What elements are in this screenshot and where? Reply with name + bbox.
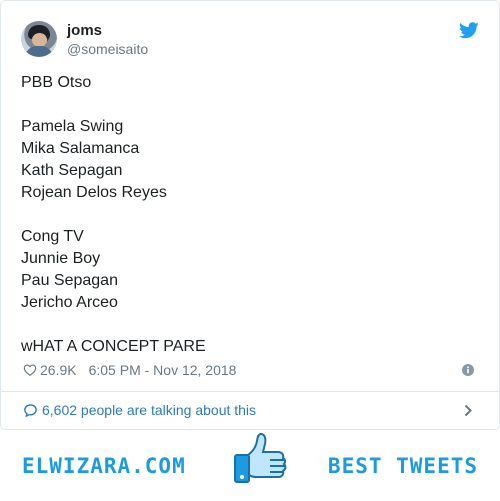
chevron-right-icon[interactable]	[464, 404, 473, 417]
tweet-line: Kath Sepagan	[21, 162, 123, 179]
best-tweets-label: BEST TWEETS	[327, 454, 478, 478]
tweet-line: Rojean Delos Reyes	[21, 184, 167, 201]
info-icon[interactable]	[462, 364, 474, 376]
site-brand-label[interactable]: ELWIZARA.COM	[22, 454, 186, 478]
twitter-bird-icon[interactable]	[459, 22, 479, 39]
like-count[interactable]: 26.9K	[40, 362, 77, 378]
author-display-name[interactable]: joms	[67, 22, 148, 40]
embedded-tweet-card: joms @someisaito PBB Otso Pamela Swing M…	[0, 0, 500, 430]
author-handle[interactable]: @someisaito	[67, 40, 148, 58]
divider	[1, 391, 499, 392]
thumbs-up-icon	[234, 432, 287, 483]
author-info[interactable]: joms @someisaito	[67, 22, 148, 58]
tweet-text: PBB Otso Pamela Swing Mika Salamanca Kat…	[21, 72, 481, 358]
avatar-shirt	[25, 46, 53, 57]
conversation-count-text[interactable]: 6,602 people are talking about this	[42, 402, 256, 418]
tweet-line: Mika Salamanca	[21, 140, 140, 157]
conversation-link[interactable]: 6,602 people are talking about this	[23, 400, 479, 420]
tweet-line: Junnie Boy	[21, 250, 101, 267]
tweet-line: Pau Sepagan	[21, 272, 118, 289]
heart-icon[interactable]	[23, 363, 37, 377]
tweet-line: Pamela Swing	[21, 118, 124, 135]
tweet-line: Cong TV	[21, 228, 84, 245]
tweet-timestamp[interactable]: 6:05 PM - Nov 12, 2018	[89, 362, 237, 378]
avatar-face	[32, 33, 47, 47]
tweet-line: PBB Otso	[21, 74, 92, 91]
tweet-line: wHAT A CONCEPT PARE	[21, 338, 206, 355]
chat-bubble-icon	[24, 404, 37, 418]
tweet-line: Jericho Arceo	[21, 294, 118, 311]
avatar[interactable]	[21, 21, 57, 57]
tweet-meta: 26.9K 6:05 PM - Nov 12, 2018	[23, 361, 479, 379]
footer-banner: ELWIZARA.COM BEST TWEETS	[0, 432, 500, 501]
